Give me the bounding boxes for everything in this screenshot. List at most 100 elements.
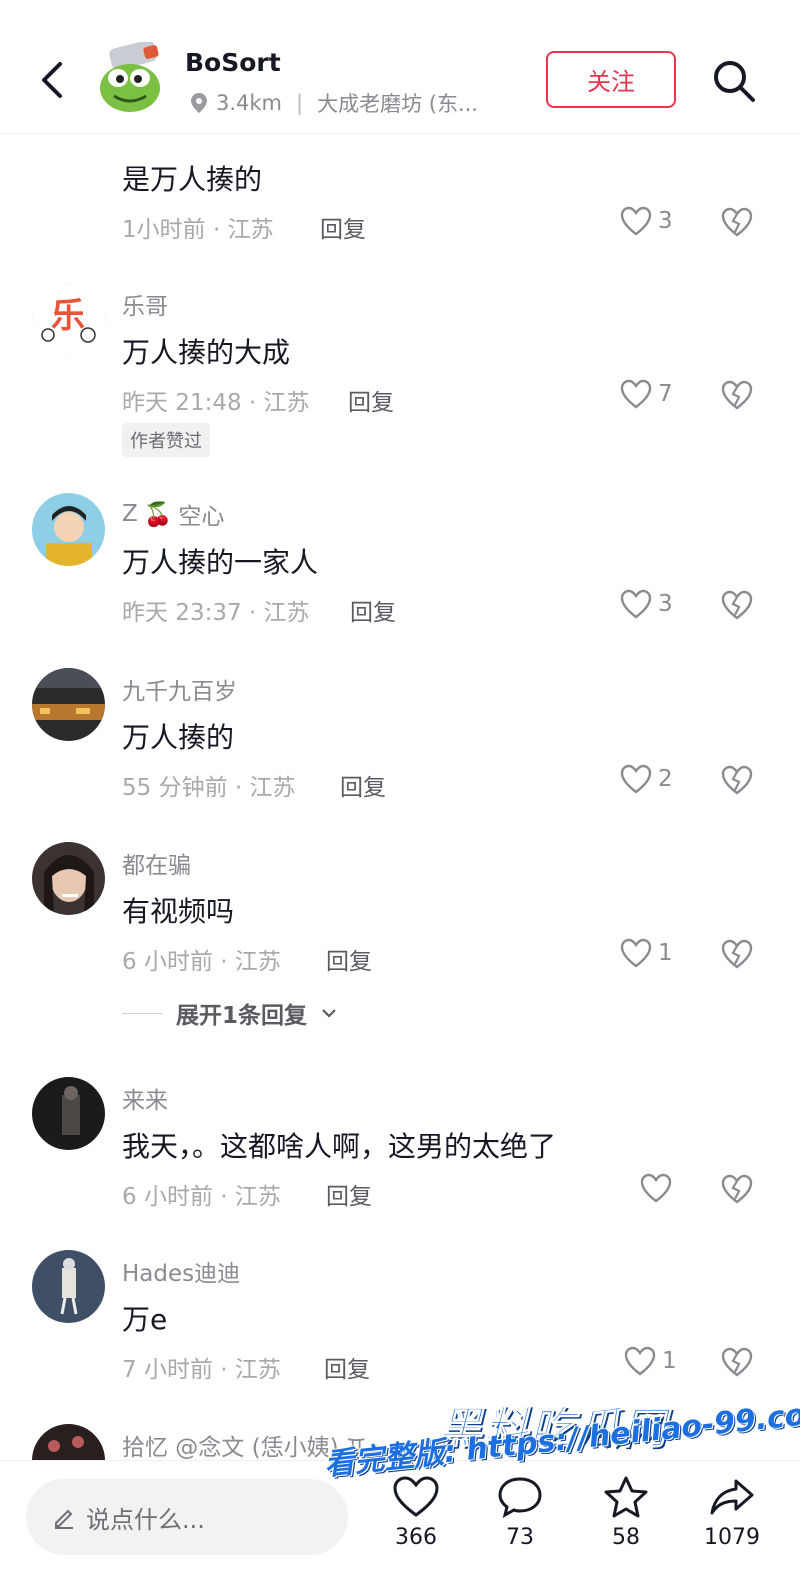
search-icon [714, 61, 755, 102]
comment-text: 是万人揍的 [122, 163, 263, 196]
favorite-action-count: 58 [612, 1525, 640, 1550]
comment-action[interactable]: 73 [480, 1475, 560, 1550]
like-button[interactable] [640, 1173, 678, 1203]
dislike-button[interactable] [720, 1346, 754, 1382]
heart-icon [620, 379, 652, 409]
like-button[interactable]: 3 [620, 206, 673, 236]
reply-button[interactable]: 回复 [320, 210, 366, 244]
comment-username[interactable]: Hades迪迪 [122, 1254, 240, 1288]
comment-text: 万人揍的一家人 [122, 546, 319, 579]
user-avatar[interactable]: 乐 [32, 283, 105, 356]
username-prefix: Z [122, 501, 138, 527]
comment-time: 55 分钟前 · 江苏 [122, 775, 296, 801]
favorite-action[interactable]: 58 [586, 1475, 666, 1550]
follow-button[interactable]: 关注 [546, 51, 676, 108]
comment-time: 昨天 21:48 · 江苏 [122, 390, 310, 416]
location-row[interactable]: 3.4km | 大成老磨坊 (东... [190, 88, 478, 118]
like-count: 1 [662, 1348, 677, 1374]
like-count: 1 [658, 940, 673, 966]
dislike-button[interactable] [720, 589, 754, 625]
dislike-button[interactable] [720, 938, 754, 974]
like-button[interactable]: 1 [620, 938, 673, 968]
comment-input-placeholder: 说点什么... [86, 1505, 205, 1534]
comment-time: 6 小时前 · 江苏 [122, 1184, 281, 1210]
reply-button[interactable]: 回复 [326, 942, 372, 976]
like-button[interactable]: 3 [620, 589, 673, 619]
comment-bubble-icon [498, 1477, 542, 1518]
reply-button[interactable]: 回复 [340, 768, 386, 802]
username-suffix: 空心 [178, 504, 225, 530]
author-name[interactable]: BoSort [185, 48, 281, 77]
heart-icon [393, 1476, 439, 1517]
user-avatar[interactable] [32, 1077, 105, 1150]
broken-heart-icon [721, 1347, 753, 1377]
chevron-down-icon [322, 1009, 336, 1018]
comment-username[interactable]: 九千九百岁 [122, 672, 237, 706]
user-avatar[interactable] [32, 493, 105, 566]
dislike-button[interactable] [720, 764, 754, 800]
like-count: 2 [658, 766, 673, 792]
comment-text: 万人揍的大成 [122, 336, 291, 369]
like-count: 3 [658, 208, 673, 234]
bottom-bar: 说点什么... 366 73 58 1079 [0, 1460, 800, 1590]
divider [122, 1012, 162, 1014]
comment-time: 6 小时前 · 江苏 [122, 949, 281, 975]
broken-heart-icon [721, 380, 753, 410]
location-pin-icon [191, 93, 207, 113]
broken-heart-icon [721, 1174, 753, 1204]
reply-button[interactable]: 回复 [324, 1350, 370, 1384]
heart-icon [620, 206, 652, 236]
share-action[interactable]: 1079 [692, 1475, 772, 1550]
user-avatar[interactable] [32, 668, 105, 741]
svg-text:乐: 乐 [51, 296, 85, 336]
comment-username[interactable]: 都在骗 [122, 846, 191, 880]
heart-icon [620, 589, 652, 619]
user-avatar[interactable] [32, 842, 105, 915]
cherry-emoji: 🍒 [143, 501, 173, 528]
separator: | [296, 91, 304, 115]
broken-heart-icon [721, 939, 753, 969]
reply-button[interactable]: 回复 [350, 593, 396, 627]
comment-text: 万e [122, 1303, 168, 1336]
comment-username[interactable]: 来来 [122, 1081, 168, 1115]
comment-action-count: 73 [506, 1525, 534, 1550]
heart-icon [620, 938, 652, 968]
broken-heart-icon [721, 765, 753, 795]
chevron-left-icon [42, 62, 62, 98]
like-count: 3 [658, 591, 673, 617]
dislike-button[interactable] [720, 206, 754, 242]
place-label: 大成老磨坊 (东... [317, 92, 478, 116]
broken-heart-icon [721, 207, 753, 237]
like-button[interactable]: 7 [620, 379, 673, 409]
like-button[interactable]: 1 [624, 1346, 677, 1376]
reply-button[interactable]: 回复 [348, 383, 394, 417]
comment-username[interactable]: 乐哥 [122, 287, 168, 321]
author-avatar[interactable] [96, 40, 162, 114]
comment-time: 1小时前 · 江苏 [122, 217, 274, 243]
search-button[interactable] [708, 55, 760, 107]
back-button[interactable] [30, 56, 74, 104]
star-icon [604, 1476, 648, 1518]
comment-time: 昨天 23:37 · 江苏 [122, 600, 310, 626]
like-button[interactable]: 2 [620, 764, 673, 794]
comment-time: 7 小时前 · 江苏 [122, 1357, 281, 1383]
pencil-icon [55, 1509, 73, 1529]
comment-text: 万人揍的 [122, 721, 235, 754]
share-arrow-icon [710, 1479, 754, 1515]
distance-label: 3.4km [216, 91, 283, 115]
comment-username[interactable]: Z 🍒 空心 [122, 497, 224, 531]
heart-icon [620, 764, 652, 794]
comment-text: 我天，。这都啥人啊，这男的太绝了 [122, 1130, 557, 1163]
dislike-button[interactable] [720, 1173, 754, 1209]
dislike-button[interactable] [720, 379, 754, 415]
like-action[interactable]: 366 [376, 1475, 456, 1550]
user-avatar[interactable] [32, 1250, 105, 1323]
share-action-count: 1079 [704, 1525, 760, 1550]
heart-icon [624, 1346, 656, 1376]
comment-input[interactable]: 说点什么... [26, 1479, 348, 1555]
header: BoSort 3.4km | 大成老磨坊 (东... 关注 [0, 0, 800, 134]
expand-replies-button[interactable]: 展开1条回复 [122, 996, 337, 1030]
reply-button[interactable]: 回复 [326, 1177, 372, 1211]
heart-icon [640, 1173, 672, 1203]
like-action-count: 366 [395, 1525, 437, 1550]
